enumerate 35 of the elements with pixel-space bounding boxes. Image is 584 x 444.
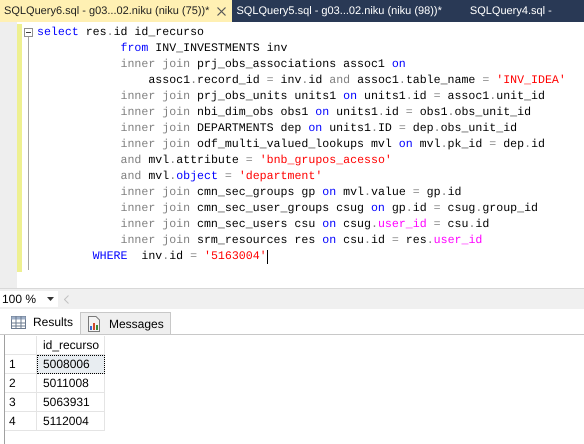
code-line: and mvl.attribute = 'bnb_grupos_acesso' — [119, 153, 393, 169]
text-cursor — [266, 250, 268, 264]
column-header: id_recurso — [37, 336, 105, 355]
table-cell[interactable]: 5063931 — [37, 393, 105, 412]
code-line: inner join nbi_dim_obs obs1 on units1.id = obs1.obs_unit_id — [119, 105, 532, 121]
close-icon[interactable] — [217, 6, 226, 16]
code-line: inner join srm_resources res on csu.id = res.user_id — [119, 233, 484, 249]
table-cell[interactable]: 5011008 — [37, 374, 105, 393]
code-line: inner join DEPARTMENTS dep on units1.ID = dep.obs_unit_id — [119, 121, 518, 137]
collapse-icon[interactable] — [24, 28, 33, 37]
code-line: and mvl.object = 'department' — [119, 169, 324, 185]
code-line: inner join cmn_sec_groups gp on mvl.value = gp.id — [119, 185, 462, 201]
code-line: from INV_INVESTMENTS inv — [119, 41, 288, 57]
code-line: assoc1.record_id = inv.id and assoc1.table_name = 'INV_IDEA' — [147, 73, 566, 89]
table-cell[interactable]: 5112004 — [37, 412, 105, 431]
row-number: 1 — [5, 355, 37, 374]
zoom-dropdown[interactable]: 100 % — [0, 291, 58, 307]
row-number: 4 — [5, 412, 37, 431]
code-line: inner join prj_obs_associations assoc1 on — [119, 57, 407, 73]
document-icon — [87, 316, 102, 332]
row-number: 3 — [5, 393, 37, 412]
code-line: inner join cmn_sec_users csu on csug.user_id = csu.id — [119, 217, 490, 233]
code-line: select res.id id_recurso — [37, 25, 206, 41]
code-line: inner join prj_obs_units units1 on units1.id = assoc1.unit_id — [119, 89, 546, 105]
caret-icon — [47, 297, 54, 301]
code-line: inner join cmn_sec_user_groups csug on gp.id = csug.group_id — [119, 201, 540, 217]
result-tab[interactable]: Messages — [80, 312, 171, 334]
document-tab[interactable]: SQLQuery5.sql - g03...02.niku (niku (98))* — [232, 0, 448, 22]
document-tab[interactable]: SQLQuery6.sql - g03...02.niku (niku (75))* — [0, 0, 232, 22]
code-line: WHERE inv.id = '5163004' — [92, 249, 269, 265]
document-tab[interactable]: SQLQuery4.sql - — [466, 0, 558, 22]
table-cell[interactable]: 5008006 — [37, 355, 105, 374]
row-number: 2 — [5, 374, 37, 393]
grid-icon — [11, 316, 26, 328]
code-line: inner join odf_multi_valued_lookups mvl on mvl.pk_id = dep.id — [119, 137, 546, 153]
